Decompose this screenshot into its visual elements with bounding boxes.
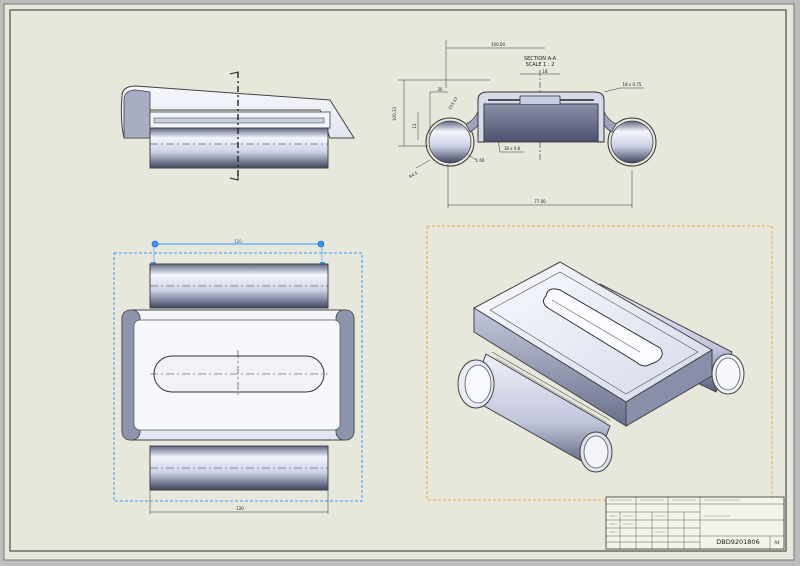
title-block: DBD9201806 A4 xyxy=(605,496,785,550)
dim-small-top: 18 xyxy=(542,69,548,74)
dim-left-a: 20 xyxy=(437,87,443,92)
top-dim-lower: 120 xyxy=(236,506,244,511)
dim-total: 77.00 xyxy=(534,199,546,204)
dim-vertical: 100.13 xyxy=(392,107,397,121)
top-view[interactable]: 120 120 xyxy=(113,239,363,514)
dim-thick-left: 1.60 xyxy=(476,158,485,163)
dim-left-b: 13 xyxy=(412,123,417,129)
section-caption-line2: SCALE 1 : 2 xyxy=(526,62,555,68)
sheet-size: A4 xyxy=(774,540,780,545)
top-dim-upper: 120 xyxy=(234,239,242,244)
drawing-number: DBD9201806 xyxy=(716,538,759,546)
dim-thick-inner: 18 x 0.6 xyxy=(504,146,521,151)
dim-top: 100.00 xyxy=(491,42,505,47)
sheet-background xyxy=(3,3,795,561)
drawing-sheet: SECTION A-A SCALE 1 : 2 100.00 18 100.13… xyxy=(3,3,795,561)
dim-thick-right: 18 x 0.75 xyxy=(623,82,642,87)
